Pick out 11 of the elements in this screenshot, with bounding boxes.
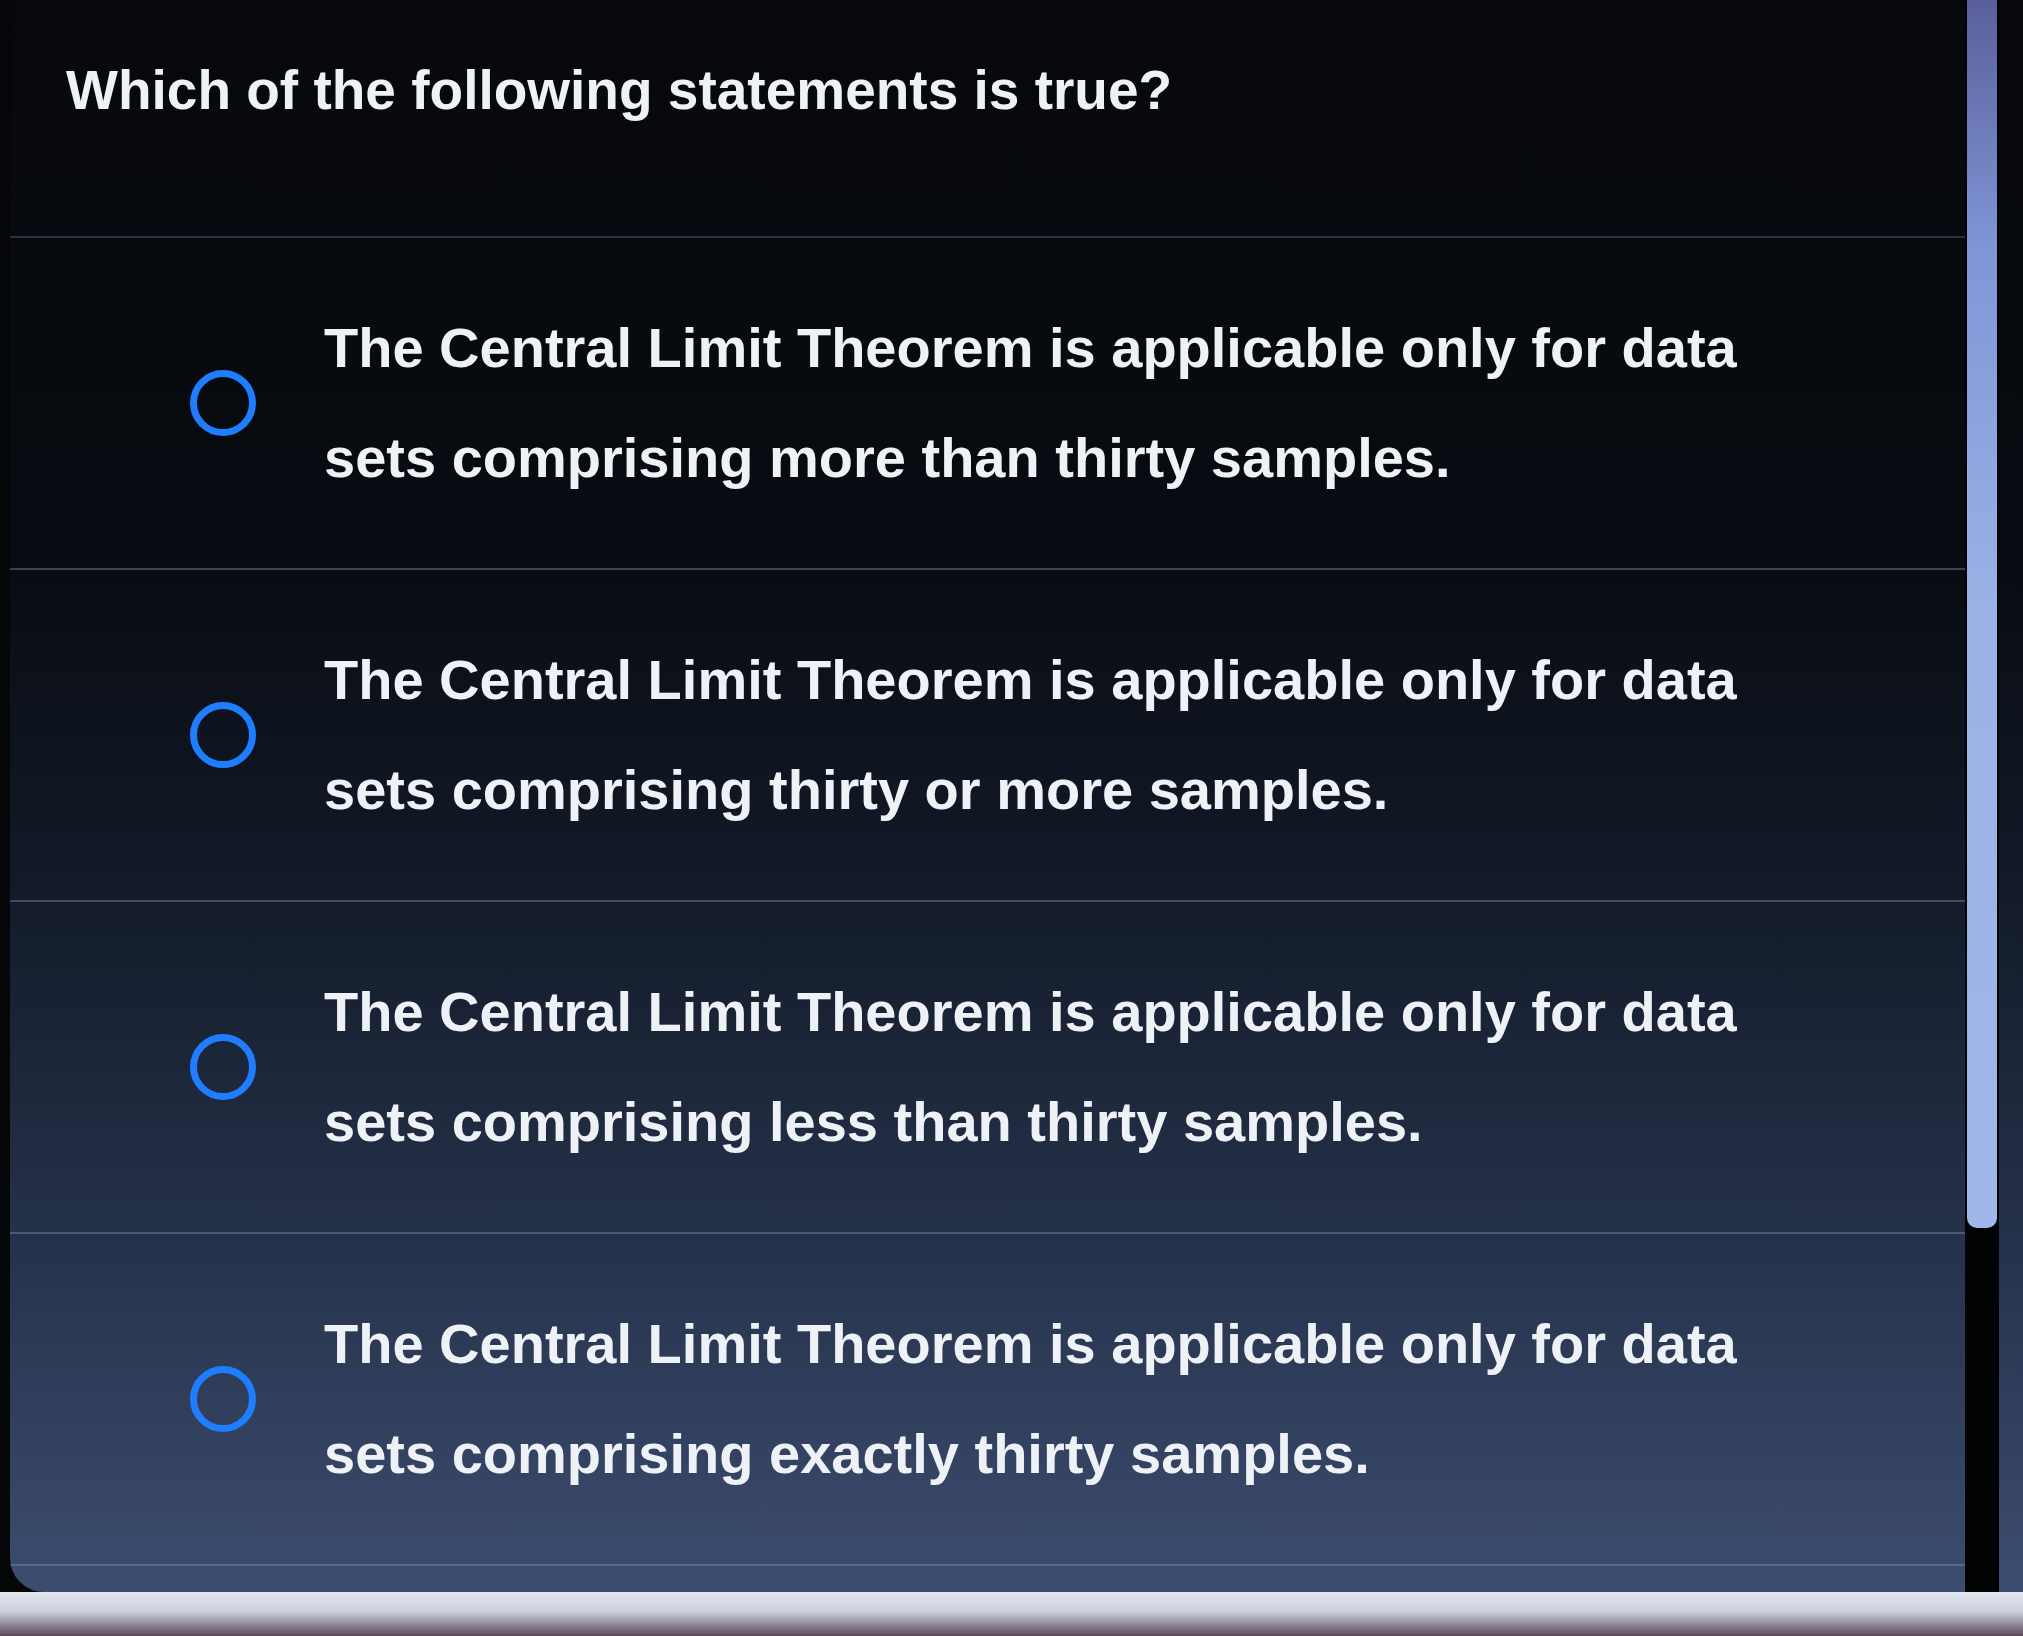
option-label[interactable]: The Central Limit Theorem is applicable only for data sets comprising thirty or more samples. (324, 625, 1854, 845)
option-label[interactable]: The Central Limit Theorem is applicable only for data sets comprising more than thirty samples. (324, 293, 1854, 513)
scrollbar-track[interactable] (1965, 0, 1999, 1592)
radio-button[interactable] (190, 1366, 256, 1432)
radio-button[interactable] (190, 702, 256, 768)
radio-button[interactable] (190, 370, 256, 436)
option-label[interactable]: The Central Limit Theorem is applicable only for data sets comprising exactly thirty samples. (324, 1289, 1854, 1509)
scrollbar-thumb[interactable] (1967, 0, 1997, 1228)
radio-button[interactable] (190, 1034, 256, 1100)
question-text: Which of the following statements is true? (66, 58, 1173, 122)
option-label[interactable]: The Central Limit Theorem is applicable only for data sets comprising less than thirty samples. (324, 957, 1854, 1177)
